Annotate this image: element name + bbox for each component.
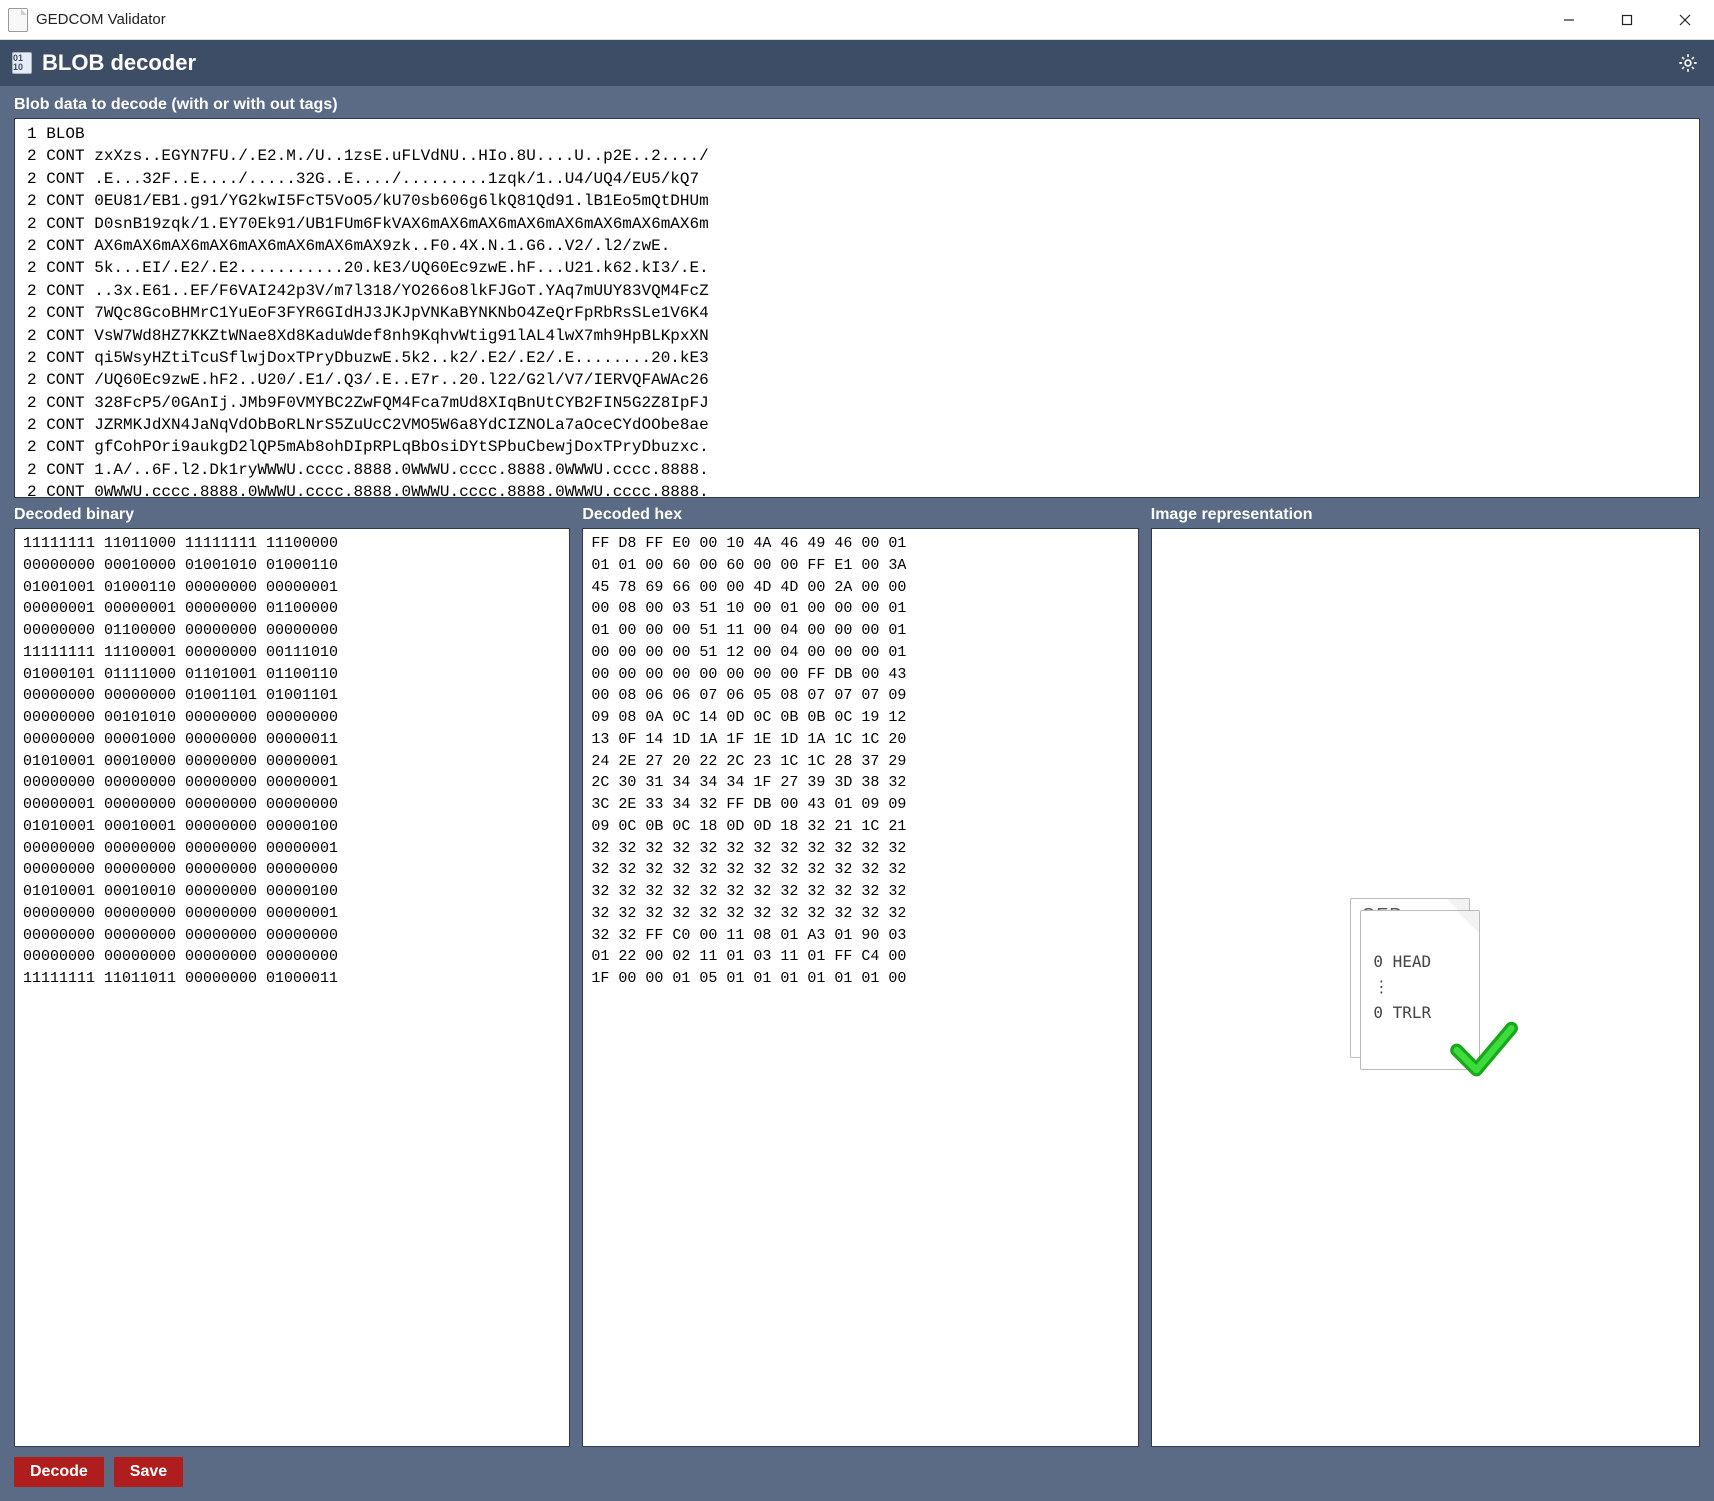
decoded-row: Decoded binary Decoded hex Image represe… <box>14 506 1700 1447</box>
decoded-hex-output[interactable] <box>582 528 1138 1447</box>
gear-icon <box>1677 52 1699 74</box>
decoded-image-preview: GED 0 HEAD ⋮ 0 TRLR <box>1350 898 1500 1078</box>
image-representation-section: Image representation GED 0 HEAD ⋮ 0 TRLR <box>1151 506 1700 1447</box>
file-content-lines: 0 HEAD ⋮ 0 TRLR <box>1373 949 1431 1026</box>
blob-decoder-icon: 01 10 <box>12 52 32 74</box>
settings-button[interactable] <box>1674 49 1702 77</box>
blob-input-label: Blob data to decode (with or with out ta… <box>14 96 1700 114</box>
decoded-hex-label: Decoded hex <box>582 506 1138 524</box>
file-line-head: 0 HEAD <box>1373 949 1431 975</box>
image-representation-label: Image representation <box>1151 506 1700 524</box>
decoded-binary-label: Decoded binary <box>14 506 570 524</box>
save-button[interactable]: Save <box>114 1457 183 1487</box>
content-area: Blob data to decode (with or with out ta… <box>0 86 1714 1501</box>
close-button[interactable] <box>1656 0 1714 40</box>
decoded-binary-output[interactable] <box>14 528 570 1447</box>
checkmark-icon <box>1448 1013 1518 1088</box>
minimize-button[interactable] <box>1540 0 1598 40</box>
ribbon-title: BLOB decoder <box>42 50 196 76</box>
image-representation-box: GED 0 HEAD ⋮ 0 TRLR <box>1151 528 1700 1447</box>
decode-button[interactable]: Decode <box>14 1457 104 1487</box>
titlebar-left: GEDCOM Validator <box>8 8 166 32</box>
file-line-trlr: 0 TRLR <box>1373 1000 1431 1026</box>
decoded-hex-section: Decoded hex <box>582 506 1138 1447</box>
ribbon-bar: 01 10 BLOB decoder <box>0 40 1714 86</box>
app-icon <box>8 8 28 32</box>
window-title: GEDCOM Validator <box>36 11 166 28</box>
blob-input-textarea[interactable] <box>14 118 1700 498</box>
window-controls <box>1540 0 1714 40</box>
footer-buttons: Decode Save <box>14 1455 1700 1487</box>
blob-input-section: Blob data to decode (with or with out ta… <box>14 96 1700 498</box>
window-titlebar: GEDCOM Validator <box>0 0 1714 40</box>
decoded-binary-section: Decoded binary <box>14 506 570 1447</box>
maximize-button[interactable] <box>1598 0 1656 40</box>
file-line-dots: ⋮ <box>1373 974 1431 1000</box>
